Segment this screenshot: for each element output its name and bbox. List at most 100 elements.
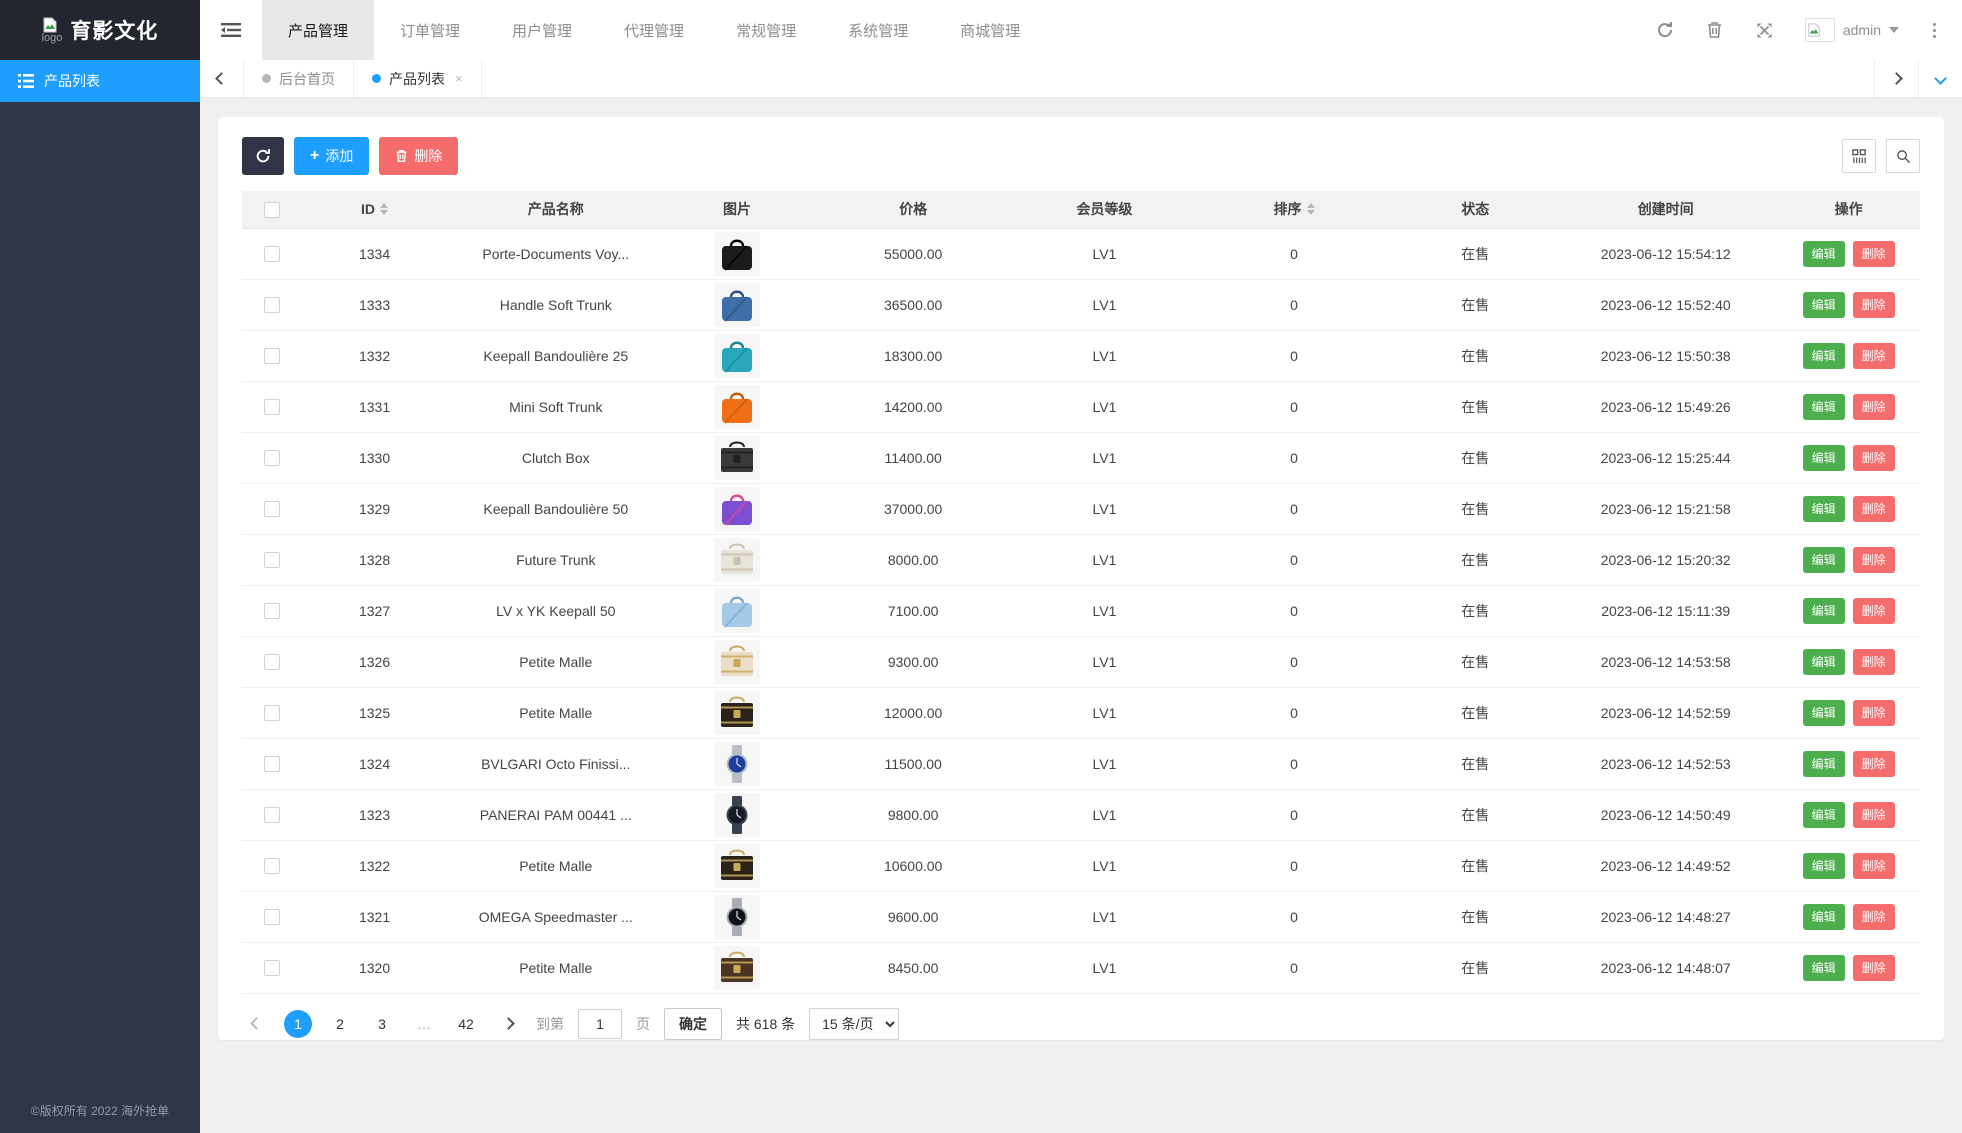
tab-产品列表[interactable]: 产品列表× bbox=[354, 60, 482, 97]
edit-button[interactable]: 编辑 bbox=[1803, 955, 1845, 981]
edit-button[interactable]: 编辑 bbox=[1803, 598, 1845, 624]
product-image[interactable] bbox=[714, 895, 760, 939]
row-checkbox[interactable] bbox=[264, 603, 280, 619]
delete-row-button[interactable]: 删除 bbox=[1853, 496, 1895, 522]
product-image[interactable] bbox=[714, 844, 760, 888]
product-image[interactable] bbox=[714, 589, 760, 633]
product-image[interactable] bbox=[714, 334, 760, 378]
delete-row-button[interactable]: 删除 bbox=[1853, 700, 1895, 726]
edit-button[interactable]: 编辑 bbox=[1803, 853, 1845, 879]
delete-row-button[interactable]: 删除 bbox=[1853, 547, 1895, 573]
delete-row-button[interactable]: 删除 bbox=[1853, 292, 1895, 318]
edit-button[interactable]: 编辑 bbox=[1803, 802, 1845, 828]
tab-后台首页[interactable]: 后台首页 bbox=[244, 60, 354, 97]
add-button[interactable]: + 添加 bbox=[294, 137, 369, 175]
edit-button[interactable]: 编辑 bbox=[1803, 904, 1845, 930]
page-number-1[interactable]: 1 bbox=[284, 1010, 312, 1038]
tabs-scroll-left-icon[interactable] bbox=[200, 60, 244, 97]
page-size-select[interactable]: 15 条/页 bbox=[809, 1008, 899, 1040]
edit-button[interactable]: 编辑 bbox=[1803, 496, 1845, 522]
close-icon[interactable]: × bbox=[455, 71, 463, 86]
delete-row-button[interactable]: 删除 bbox=[1853, 853, 1895, 879]
delete-row-button[interactable]: 删除 bbox=[1853, 394, 1895, 420]
refresh-icon[interactable] bbox=[1655, 20, 1675, 40]
trash-icon[interactable] bbox=[1705, 20, 1725, 40]
columns-filter-icon[interactable] bbox=[1842, 139, 1876, 173]
delete-row-button[interactable]: 删除 bbox=[1853, 649, 1895, 675]
product-image[interactable] bbox=[714, 385, 760, 429]
delete-row-button[interactable]: 删除 bbox=[1853, 751, 1895, 777]
edit-button[interactable]: 编辑 bbox=[1803, 445, 1845, 471]
page-number-3[interactable]: 3 bbox=[368, 1010, 396, 1038]
product-image[interactable] bbox=[714, 283, 760, 327]
product-image[interactable] bbox=[714, 538, 760, 582]
delete-row-button[interactable]: 删除 bbox=[1853, 598, 1895, 624]
goto-page-input[interactable] bbox=[578, 1009, 622, 1039]
tabs-menu-icon[interactable] bbox=[1918, 60, 1962, 97]
edit-button[interactable]: 编辑 bbox=[1803, 292, 1845, 318]
row-checkbox[interactable] bbox=[264, 858, 280, 874]
edit-button[interactable]: 编辑 bbox=[1803, 241, 1845, 267]
delete-row-button[interactable]: 删除 bbox=[1853, 241, 1895, 267]
sort-icon[interactable] bbox=[1307, 203, 1315, 215]
nav-item-产品管理[interactable]: 产品管理 bbox=[262, 0, 374, 60]
row-checkbox[interactable] bbox=[264, 909, 280, 925]
edit-button[interactable]: 编辑 bbox=[1803, 343, 1845, 369]
nav-item-用户管理[interactable]: 用户管理 bbox=[486, 0, 598, 60]
select-all-checkbox[interactable] bbox=[264, 202, 280, 218]
product-image[interactable] bbox=[714, 691, 760, 735]
row-checkbox[interactable] bbox=[264, 654, 280, 670]
product-image[interactable] bbox=[714, 742, 760, 786]
product-image[interactable] bbox=[714, 232, 760, 276]
delete-row-button[interactable]: 删除 bbox=[1853, 802, 1895, 828]
delete-row-button[interactable]: 删除 bbox=[1853, 955, 1895, 981]
more-options-icon[interactable] bbox=[1929, 23, 1940, 38]
next-page-icon[interactable] bbox=[494, 1010, 522, 1038]
row-checkbox[interactable] bbox=[264, 552, 280, 568]
sort-icon[interactable] bbox=[380, 203, 388, 215]
delete-row-button[interactable]: 删除 bbox=[1853, 445, 1895, 471]
row-checkbox[interactable] bbox=[264, 756, 280, 772]
nav-item-系统管理[interactable]: 系统管理 bbox=[822, 0, 934, 60]
row-checkbox[interactable] bbox=[264, 297, 280, 313]
delete-button[interactable]: 删除 bbox=[379, 137, 458, 175]
search-icon[interactable] bbox=[1886, 139, 1920, 173]
product-image[interactable] bbox=[714, 946, 760, 990]
nav-item-代理管理[interactable]: 代理管理 bbox=[598, 0, 710, 60]
nav-item-常规管理[interactable]: 常规管理 bbox=[710, 0, 822, 60]
user-menu[interactable]: admin bbox=[1805, 18, 1899, 42]
product-image[interactable] bbox=[714, 436, 760, 480]
table-row: 1334Porte-Documents Voy...55000.00LV10在售… bbox=[242, 228, 1920, 279]
product-image[interactable] bbox=[714, 640, 760, 684]
cell-id: 1323 bbox=[302, 789, 446, 840]
sidebar-item-product-list[interactable]: 产品列表 bbox=[0, 60, 200, 102]
product-image[interactable] bbox=[714, 487, 760, 531]
refresh-button[interactable] bbox=[242, 137, 284, 175]
row-checkbox[interactable] bbox=[264, 348, 280, 364]
edit-button[interactable]: 编辑 bbox=[1803, 394, 1845, 420]
row-checkbox[interactable] bbox=[264, 399, 280, 415]
nav-item-商城管理[interactable]: 商城管理 bbox=[934, 0, 1046, 60]
menu-collapse-icon[interactable] bbox=[200, 0, 262, 60]
tabs-scroll-right-icon[interactable] bbox=[1874, 60, 1918, 97]
row-checkbox[interactable] bbox=[264, 501, 280, 517]
delete-row-button[interactable]: 删除 bbox=[1853, 343, 1895, 369]
row-checkbox[interactable] bbox=[264, 807, 280, 823]
page-number-2[interactable]: 2 bbox=[326, 1010, 354, 1038]
edit-button[interactable]: 编辑 bbox=[1803, 547, 1845, 573]
fullscreen-icon[interactable] bbox=[1755, 20, 1775, 40]
row-checkbox[interactable] bbox=[264, 705, 280, 721]
nav-item-订单管理[interactable]: 订单管理 bbox=[374, 0, 486, 60]
row-checkbox[interactable] bbox=[264, 246, 280, 262]
row-checkbox[interactable] bbox=[264, 960, 280, 976]
confirm-button[interactable]: 确定 bbox=[664, 1008, 722, 1040]
page-number-42[interactable]: 42 bbox=[452, 1010, 480, 1038]
product-image[interactable] bbox=[714, 793, 760, 837]
delete-row-button[interactable]: 删除 bbox=[1853, 904, 1895, 930]
edit-button[interactable]: 编辑 bbox=[1803, 649, 1845, 675]
edit-button[interactable]: 编辑 bbox=[1803, 751, 1845, 777]
edit-button[interactable]: 编辑 bbox=[1803, 700, 1845, 726]
row-checkbox[interactable] bbox=[264, 450, 280, 466]
prev-page-icon[interactable] bbox=[242, 1010, 270, 1038]
cell-price: 55000.00 bbox=[809, 228, 1017, 279]
